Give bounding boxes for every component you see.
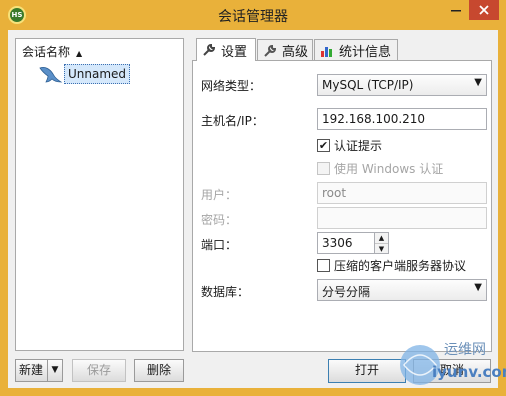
database-value: 分号分隔 [322,285,371,299]
port-label: 端口： [201,238,238,252]
tab-statistics[interactable]: 统计信息 [314,39,398,61]
window-title: 会话管理器 [218,9,288,25]
compress-label: 压缩的客户端服务器协议 [334,259,467,273]
user-input[interactable]: root [317,182,487,204]
watermark-logo: 运维网 iyunv.com [398,335,506,393]
title-bar[interactable]: HS 会话管理器 [0,0,506,30]
host-label: 主机名/IP： [201,114,264,128]
wrench-icon [264,44,277,57]
port-stepper[interactable]: ▲ ▼ [375,232,389,254]
auth-prompt-checkbox[interactable]: ✔ 认证提示 [317,137,382,154]
tree-column-header[interactable]: 会话名称 ▲ [22,43,82,60]
user-label: 用户： [201,188,238,202]
windows-auth-label: 使用 Windows 认证 [334,162,444,176]
tab-statistics-label: 统计信息 [339,45,392,60]
network-type-select[interactable]: MySQL (TCP/IP) ▼ [317,74,487,96]
password-label: 密码： [201,213,238,227]
chevron-up-icon[interactable]: ▲ [375,233,388,243]
checkmark-icon: ✔ [317,139,330,152]
sort-asc-icon: ▲ [76,49,83,58]
close-button[interactable] [469,0,499,20]
tree-column-label: 会话名称 [22,45,71,59]
password-input[interactable] [317,207,487,229]
chevron-down-icon[interactable]: ▼ [375,243,388,253]
save-button[interactable]: 保存 [72,359,126,382]
dolphin-icon [39,66,63,83]
wrench-icon [203,43,216,56]
delete-button[interactable]: 删除 [134,359,184,382]
minimize-button[interactable] [443,0,469,20]
close-icon [479,5,489,15]
session-tree[interactable]: 会话名称 ▲ Unnamed [15,38,184,351]
tree-item-session[interactable]: Unnamed [36,63,131,85]
new-dropdown-arrow-icon[interactable]: ▼ [47,360,62,381]
minimize-icon [451,10,461,12]
database-select[interactable]: 分号分隔 ▼ [317,279,487,301]
network-type-label: 网络类型： [201,79,262,93]
windows-auth-checkbox[interactable]: 使用 Windows 认证 [317,160,443,177]
checkbox-box-icon [317,259,330,272]
tab-settings-label: 设置 [221,44,248,60]
compress-checkbox[interactable]: 压缩的客户端服务器协议 [317,257,466,274]
watermark-text: 运维网 [444,342,486,358]
network-type-value: MySQL (TCP/IP) [322,78,414,92]
tree-item-label: Unnamed [64,64,131,84]
host-input[interactable]: 192.168.100.210 [317,108,487,130]
tab-settings[interactable]: 设置 [196,38,256,61]
port-input[interactable]: 3306 [317,232,375,254]
settings-panel: 网络类型： MySQL (TCP/IP) ▼ 主机名/IP： 192.168.1… [192,60,492,352]
chevron-down-icon: ▼ [474,282,482,293]
tab-advanced-label: 高级 [282,45,309,60]
auth-prompt-label: 认证提示 [334,139,383,153]
open-button[interactable]: 打开 [328,359,406,383]
new-session-button[interactable]: 新建 ▼ [15,359,63,382]
database-label: 数据库： [201,285,250,299]
watermark-url: iyunv.com [432,363,506,381]
checkbox-box-icon [317,162,330,175]
tab-advanced[interactable]: 高级 [257,39,313,61]
chevron-down-icon: ▼ [474,77,482,88]
new-button-label: 新建 [19,363,44,377]
bar-chart-icon [321,46,332,57]
session-manager-window: HS 会话管理器 会话名称 ▲ Unnamed 新建 ▼ 保存 删除 设置 高级… [0,0,506,396]
